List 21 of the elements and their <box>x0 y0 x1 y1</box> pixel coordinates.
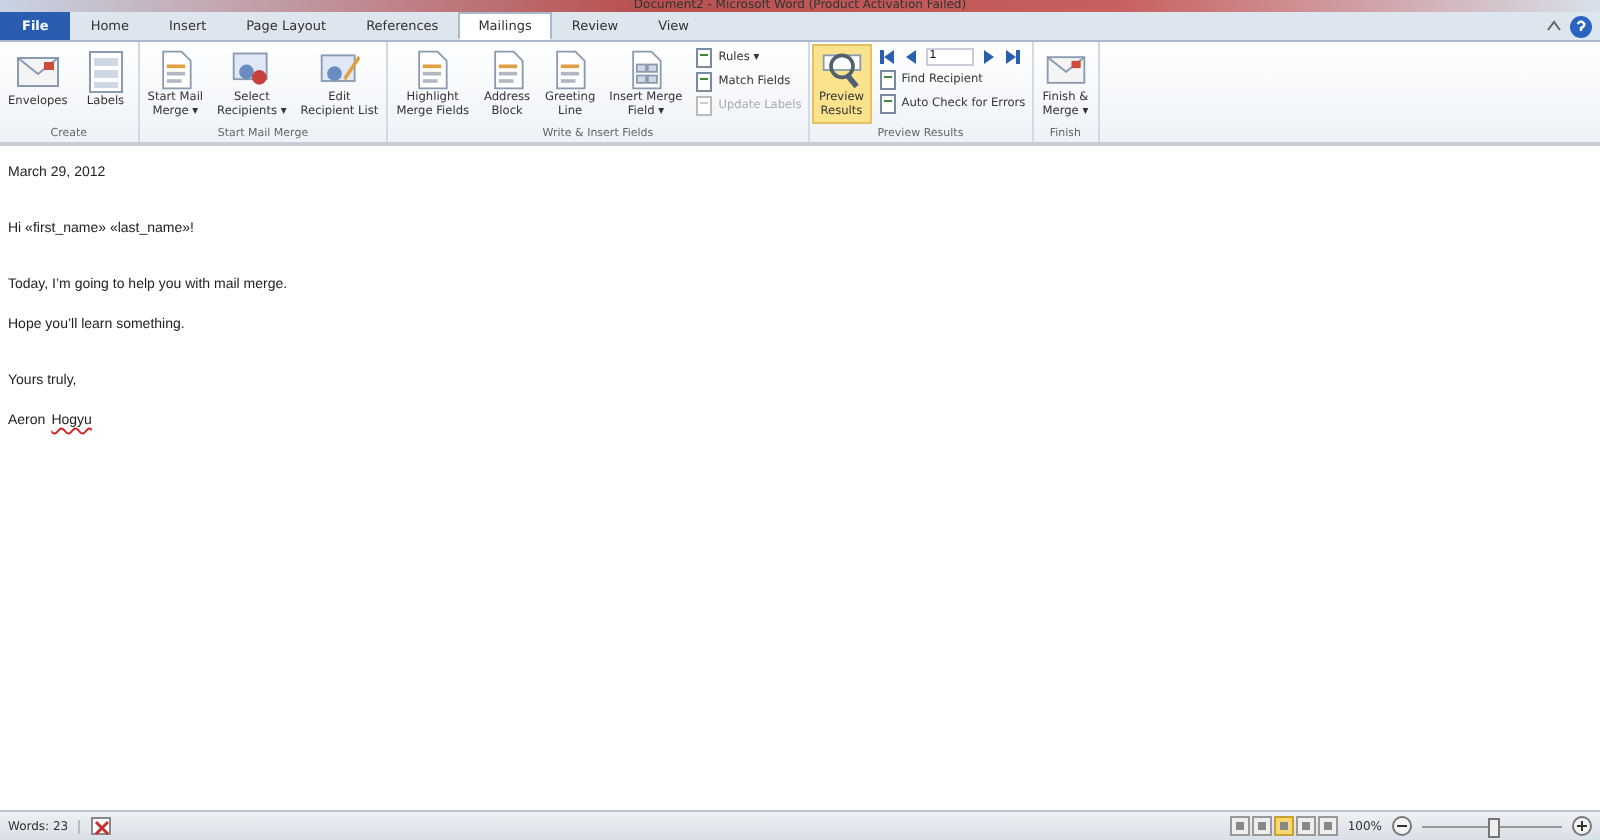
document-small-icon <box>694 95 715 115</box>
view-mode-icon[interactable] <box>1317 816 1338 836</box>
help-icon[interactable] <box>1570 15 1592 37</box>
document-small-icon <box>877 93 898 113</box>
document-small-icon <box>694 47 715 67</box>
next-record-icon[interactable] <box>979 47 998 65</box>
view-mode-icon[interactable] <box>1229 816 1250 836</box>
proofing-icon[interactable] <box>90 815 115 837</box>
previous-record-icon[interactable] <box>901 47 920 65</box>
view-mode-icon[interactable] <box>1251 816 1272 836</box>
zoom-in-icon[interactable] <box>1572 816 1592 836</box>
first-record-icon[interactable] <box>877 47 896 65</box>
document-small-icon <box>877 69 898 89</box>
last-record-icon[interactable] <box>1003 47 1022 65</box>
view-mode-icon[interactable] <box>1273 816 1294 836</box>
view-mode-icon[interactable] <box>1295 816 1316 836</box>
zoom-out-icon[interactable] <box>1392 816 1412 836</box>
zoom-slider-thumb[interactable] <box>1488 817 1500 837</box>
collapse-ribbon-icon[interactable] <box>1546 18 1562 34</box>
magnifier-icon <box>817 48 866 92</box>
document-small-icon <box>694 71 715 91</box>
